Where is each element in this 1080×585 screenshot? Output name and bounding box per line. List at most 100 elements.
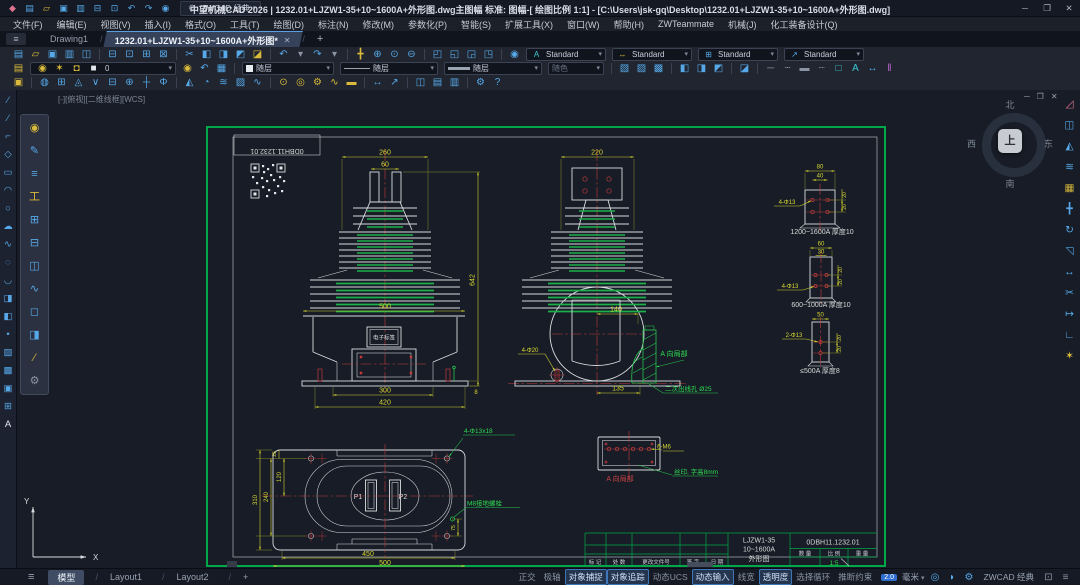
named-view-icon[interactable]: ◱	[448, 48, 461, 61]
hscroll-button[interactable]	[227, 561, 237, 567]
linetype-dash-icon[interactable]: ┄	[781, 62, 794, 75]
node-tool[interactable]: ∿	[27, 282, 43, 296]
layer-dropdown[interactable]: ◉✶◘■ 0	[30, 62, 176, 75]
qopen-icon[interactable]: ▱	[40, 2, 53, 15]
hscroll-thumb[interactable]	[687, 562, 713, 567]
gradient-tool[interactable]: ▩	[2, 365, 14, 377]
toggle-ortho[interactable]: 正交	[515, 569, 540, 585]
mech-shaft-icon[interactable]: ▬	[345, 76, 358, 89]
fullscreen-icon[interactable]: ⊡	[1042, 571, 1055, 584]
layer-lock-icon[interactable]: ◘	[70, 62, 83, 75]
toggle-ducs[interactable]: 动态UCS	[649, 569, 692, 585]
chat-icon[interactable]: ◗	[945, 571, 958, 584]
trim-tool[interactable]: ✂	[1063, 287, 1076, 300]
offset-tool[interactable]: ≋	[1063, 161, 1076, 174]
redo-caret-icon[interactable]: ▾	[328, 48, 341, 61]
lineweight-bar-icon[interactable]: ▬	[798, 62, 811, 75]
qundo-icon[interactable]: ↶	[125, 2, 138, 15]
annotation-scale-badge[interactable]: 2.0	[881, 574, 897, 581]
table-style-dropdown[interactable]: ⊞ Standard	[698, 48, 778, 61]
layer-previous-icon[interactable]: ↶	[198, 62, 211, 75]
mleader-style-dropdown[interactable]: ↗ Standard	[784, 48, 864, 61]
gear-icon[interactable]: ⚙	[27, 374, 43, 388]
mech-break-icon[interactable]: ≋	[217, 76, 230, 89]
compass-west[interactable]: 西	[967, 137, 976, 150]
isolate-icon[interactable]: ◎	[928, 571, 941, 584]
mech-hatch-icon[interactable]: ▨	[234, 76, 247, 89]
screen-tool[interactable]: ◻	[27, 305, 43, 319]
publish-icon[interactable]: ⊠	[157, 48, 170, 61]
toggle-polar[interactable]: 极轴	[540, 569, 565, 585]
mech-thread-icon[interactable]: Φ	[157, 76, 170, 89]
qsaveas-icon[interactable]: ▥	[74, 2, 87, 15]
mech-gear-icon[interactable]: ⚙	[311, 76, 324, 89]
mech-leader-icon[interactable]: ↗	[388, 76, 401, 89]
mech-datum-icon[interactable]: ⊕	[123, 76, 136, 89]
menu-11[interactable]: 扩展工具(X)	[498, 18, 560, 31]
status-menu-icon[interactable]: ≡	[1059, 571, 1072, 584]
menu-13[interactable]: 帮助(H)	[607, 18, 652, 31]
menu-6[interactable]: 绘图(D)	[267, 18, 312, 31]
qnew-icon[interactable]: ▤	[23, 2, 36, 15]
tab-close-icon[interactable]: ✕	[284, 35, 291, 44]
wipeout-icon[interactable]: □	[832, 62, 845, 75]
new-icon[interactable]: ▤	[12, 48, 25, 61]
region-tool[interactable]: ▣	[2, 383, 14, 395]
qredo-icon[interactable]: ↷	[142, 2, 155, 15]
mech-tolerance-icon[interactable]: ⊟	[106, 76, 119, 89]
linetype-dropdown[interactable]: 随层	[340, 62, 438, 75]
beam-tool[interactable]: 工	[27, 190, 43, 204]
line-tool[interactable]: ∕	[2, 95, 14, 107]
make-block-icon[interactable]: ▨	[635, 62, 648, 75]
close-button[interactable]: ✕	[1058, 3, 1080, 14]
drawing-canvas[interactable]: 0DBH11.1232.01	[0, 90, 1080, 568]
layer-on-icon[interactable]: ◉	[36, 62, 49, 75]
polyline-tool[interactable]: ⌐	[2, 131, 14, 143]
width-icon[interactable]: ↔	[866, 62, 879, 75]
etransmit-icon[interactable]: ◫	[80, 48, 93, 61]
toggle-osnap[interactable]: 对象捕捉	[565, 569, 607, 585]
rotate-tool[interactable]: ↻	[1063, 224, 1076, 237]
mech-detail-icon[interactable]: ◔	[200, 76, 213, 89]
toggle-lineweight[interactable]: 线宽	[734, 569, 759, 585]
linetype-dot-icon[interactable]: ┈	[815, 62, 828, 75]
toggle-otrack[interactable]: 对象追踪	[607, 569, 649, 585]
stretch-tool[interactable]: ↔	[1063, 266, 1076, 279]
qpreview-icon[interactable]: ⊡	[108, 2, 121, 15]
clip-icon[interactable]: ◨	[695, 62, 708, 75]
compass-east[interactable]: 东	[1044, 137, 1053, 150]
color-dropdown[interactable]: 随层	[242, 62, 334, 75]
ellipse-tool[interactable]: ◌	[2, 257, 14, 269]
mech-settings-icon[interactable]: ⚙	[474, 76, 487, 89]
mech-section-icon[interactable]: ◭	[183, 76, 196, 89]
mech-sketch-icon[interactable]: ∿	[251, 76, 264, 89]
adjust-icon[interactable]: ◩	[712, 62, 725, 75]
multiline-icon[interactable]: ‖	[883, 62, 896, 75]
mech-bearing-icon[interactable]: ◎	[294, 76, 307, 89]
layer-color-swatch[interactable]: ■	[87, 62, 100, 75]
menu-2[interactable]: 视图(V)	[94, 18, 138, 31]
workspace-label[interactable]: ZWCAD 经典	[983, 571, 1034, 583]
xref-icon[interactable]: ▩	[652, 62, 665, 75]
menu-9[interactable]: 参数化(P)	[401, 18, 454, 31]
mirror-tool[interactable]: ◭	[1063, 140, 1076, 153]
layer-thaw-icon[interactable]: ✶	[53, 62, 66, 75]
panel-tool[interactable]: ◫	[27, 259, 43, 273]
mech-balloon-icon[interactable]: ◍	[38, 76, 51, 89]
polygon-tool[interactable]: ◇	[2, 149, 14, 161]
menu-4[interactable]: 格式(O)	[178, 18, 223, 31]
revcloud-tool[interactable]: ☁	[2, 221, 14, 233]
doc-restore-button[interactable]: ❐	[1037, 92, 1044, 101]
menu-8[interactable]: 修改(M)	[356, 18, 402, 31]
menu-7[interactable]: 标注(N)	[311, 18, 356, 31]
mech-weld-icon[interactable]: ◬	[72, 76, 85, 89]
layout-tab-add[interactable]: +	[220, 571, 258, 583]
menu-3[interactable]: 插入(I)	[138, 18, 179, 31]
qsave-icon[interactable]: ▣	[57, 2, 70, 15]
mech-dimension-icon[interactable]: ↔	[371, 76, 384, 89]
make-current-layer-icon[interactable]: ◉	[181, 62, 194, 75]
menu-0[interactable]: 文件(F)	[6, 18, 50, 31]
mech-symmetry-icon[interactable]: ◫	[414, 76, 427, 89]
viewport-label[interactable]: [-][俯视][二维线框][WCS]	[58, 94, 145, 105]
zoom-previous-icon[interactable]: ⊖	[405, 48, 418, 61]
